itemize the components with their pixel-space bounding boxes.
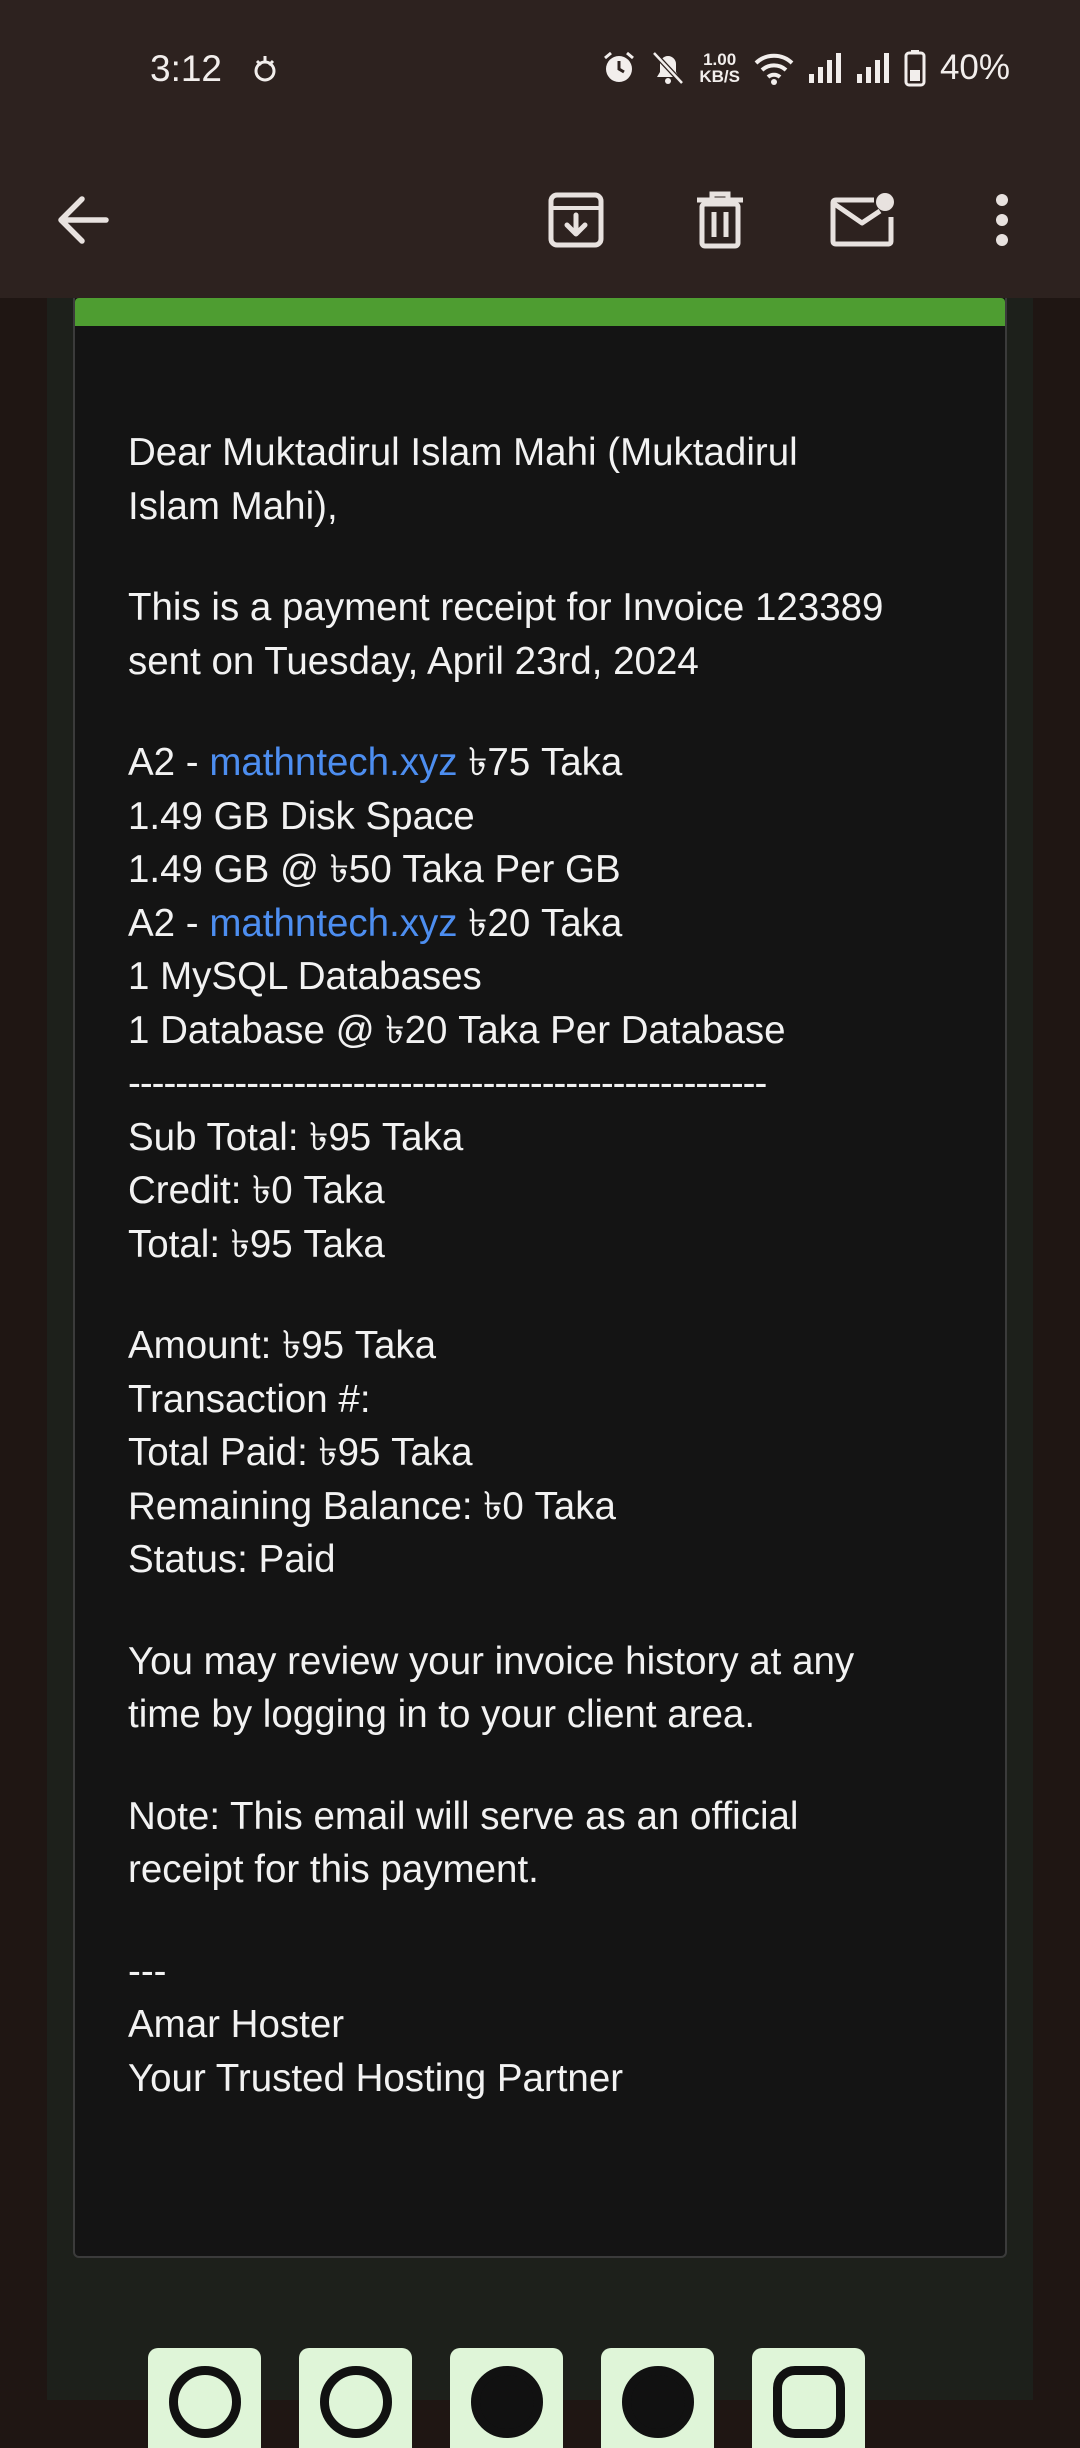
telegram-link[interactable] bbox=[299, 2348, 412, 2448]
facebook-link[interactable] bbox=[450, 2348, 563, 2448]
back-button[interactable] bbox=[38, 175, 128, 265]
item-prefix: A2 - bbox=[128, 901, 210, 945]
facebook-icon bbox=[470, 2366, 543, 2438]
mark-unread-button[interactable] bbox=[818, 175, 908, 265]
net-speed-unit: KB/S bbox=[699, 67, 740, 86]
review-line: You may review your invoice history at a… bbox=[128, 1639, 855, 1683]
email-body: Dear Muktadirul Islam Mahi (Muktadirul I… bbox=[128, 426, 968, 2105]
separator-line: ----------------------------------------… bbox=[128, 1062, 767, 1105]
review-note: You may review your invoice history at a… bbox=[128, 1635, 968, 1742]
review-line: time by logging in to your client area. bbox=[128, 1693, 756, 1736]
whatsapp-icon bbox=[168, 2366, 241, 2438]
item-price: ৳20 Taka bbox=[457, 901, 623, 945]
more-options-button[interactable] bbox=[957, 175, 1047, 265]
instagram-link[interactable] bbox=[752, 2348, 865, 2448]
official-receipt-note: Note: This email will serve as an offici… bbox=[128, 1790, 968, 1897]
status-time: 3:12 bbox=[150, 48, 223, 89]
invoice-items: A2 - mathntech.xyz ৳75 Taka 1.49 GB Disk… bbox=[128, 736, 968, 1271]
email-message-card: Dear Muktadirul Islam Mahi (Muktadirul I… bbox=[73, 298, 1007, 2258]
signature: --- Amar Hoster Your Trusted Hosting Par… bbox=[128, 1945, 968, 2106]
signature-tagline: Your Trusted Hosting Partner bbox=[128, 2056, 624, 2100]
whatsapp-link[interactable] bbox=[148, 2348, 261, 2448]
notification-app-icon bbox=[254, 56, 276, 82]
signature-separator: --- bbox=[128, 1949, 167, 1993]
intro-line: This is a payment receipt for Invoice 12… bbox=[128, 586, 884, 629]
archive-button[interactable] bbox=[531, 175, 621, 265]
item-price: ৳75 Taka bbox=[457, 741, 623, 784]
intro-line: sent on Tuesday, April 23rd, 2024 bbox=[128, 639, 699, 683]
total: Total: ৳95 Taka bbox=[128, 1222, 385, 1266]
payment-status: Status: Paid bbox=[128, 1538, 336, 1581]
instagram-icon bbox=[772, 2366, 845, 2438]
greeting-line: Dear Muktadirul Islam Mahi (Muktadirul bbox=[128, 431, 798, 474]
item-detail: 1.49 GB Disk Space bbox=[128, 794, 475, 838]
domain-link[interactable]: mathntech.xyz bbox=[209, 902, 457, 945]
wifi-icon bbox=[754, 53, 794, 85]
header-accent-bar bbox=[75, 298, 1005, 326]
signal-icon bbox=[856, 53, 889, 83]
alarm-icon bbox=[604, 51, 635, 82]
twitter-x-link[interactable] bbox=[601, 2348, 714, 2448]
net-speed-value: 1.00 bbox=[703, 50, 737, 69]
subtotal: Sub Total: ৳95 Taka bbox=[128, 1115, 464, 1159]
battery-icon bbox=[904, 50, 926, 87]
network-speed: 1.00 KB/S bbox=[699, 51, 740, 85]
item-detail: 1 Database @ ৳20 Taka Per Database bbox=[128, 1008, 786, 1052]
signal-icon bbox=[808, 53, 841, 83]
telegram-icon bbox=[319, 2366, 392, 2438]
more-vert-icon bbox=[996, 194, 1008, 246]
domain-link[interactable]: mathntech.xyz bbox=[209, 741, 457, 784]
status-bar: 3:12 1.00 KB/S 40% bbox=[0, 0, 1080, 145]
greeting: Dear Muktadirul Islam Mahi (Muktadirul I… bbox=[128, 426, 968, 533]
archive-icon bbox=[548, 192, 604, 248]
line-item: A2 - mathntech.xyz ৳75 Taka bbox=[128, 736, 968, 790]
trash-icon bbox=[697, 191, 743, 249]
item-detail: 1 MySQL Databases bbox=[128, 955, 482, 998]
amount: Amount: ৳95 Taka bbox=[128, 1324, 437, 1367]
battery-percent: 40% bbox=[939, 48, 1010, 87]
status-icons: 1.00 KB/S 40% bbox=[601, 46, 1010, 90]
note-line: receipt for this payment. bbox=[128, 1848, 539, 1891]
delete-button[interactable] bbox=[675, 175, 765, 265]
twitter-x-icon bbox=[621, 2366, 694, 2438]
line-item: A2 - mathntech.xyz ৳20 Taka bbox=[128, 897, 968, 951]
payment-summary: Amount: ৳95 Taka Transaction #: Total Pa… bbox=[128, 1319, 968, 1587]
back-arrow-icon bbox=[58, 196, 109, 244]
signature-name: Amar Hoster bbox=[128, 2003, 345, 2046]
credit: Credit: ৳0 Taka bbox=[128, 1169, 385, 1212]
mail-unread-icon bbox=[830, 193, 894, 247]
item-detail: 1.49 GB @ ৳50 Taka Per GB bbox=[128, 848, 621, 891]
receipt-intro: This is a payment receipt for Invoice 12… bbox=[128, 581, 968, 688]
remaining-balance: Remaining Balance: ৳0 Taka bbox=[128, 1484, 616, 1528]
transaction-number: Transaction #: bbox=[128, 1377, 371, 1421]
total-paid: Total Paid: ৳95 Taka bbox=[128, 1431, 473, 1474]
note-line: Note: This email will serve as an offici… bbox=[128, 1794, 799, 1838]
item-prefix: A2 - bbox=[128, 741, 210, 784]
bell-off-icon bbox=[652, 51, 685, 85]
social-links bbox=[148, 2348, 865, 2448]
email-toolbar bbox=[0, 145, 1080, 298]
greeting-line: Islam Mahi), bbox=[128, 484, 338, 528]
